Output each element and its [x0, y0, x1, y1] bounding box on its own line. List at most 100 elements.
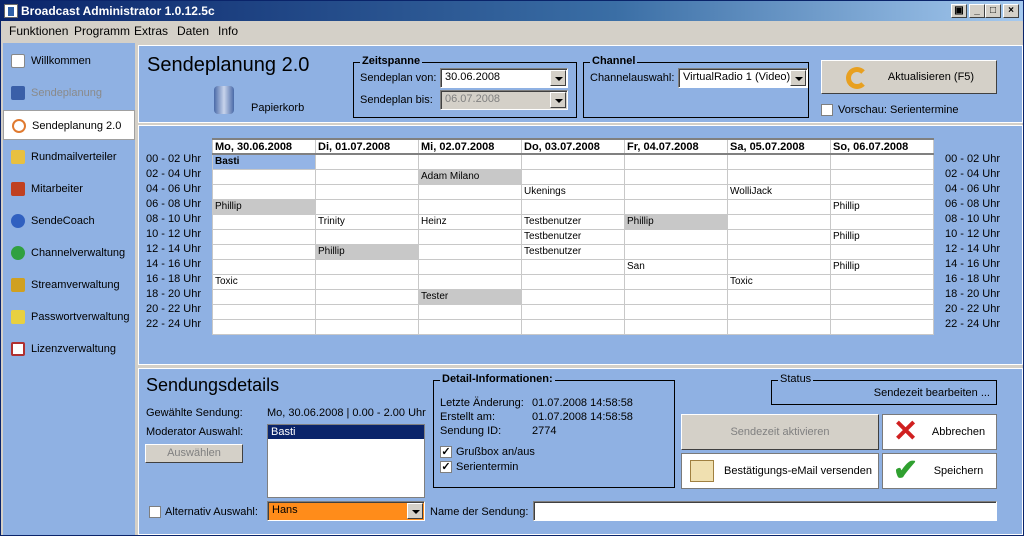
schedule-cell[interactable]: [315, 303, 419, 320]
alt-select[interactable]: Hans: [267, 501, 425, 521]
menu-programm[interactable]: Programm: [74, 24, 130, 38]
schedule-cell[interactable]: [830, 273, 934, 290]
schedule-cell[interactable]: [624, 168, 728, 185]
schedule-cell[interactable]: [521, 153, 625, 170]
schedule-cell[interactable]: Testbenutzer: [521, 243, 625, 260]
send-mail-button[interactable]: Bestätigungs-eMail versenden: [681, 453, 879, 489]
schedule-cell[interactable]: Phillip: [830, 258, 934, 275]
schedule-cell[interactable]: [727, 288, 831, 305]
schedule-cell[interactable]: Phillip: [315, 243, 419, 260]
chevron-down-icon[interactable]: [550, 92, 566, 108]
schedule-cell[interactable]: [727, 303, 831, 320]
schedule-cell[interactable]: Phillip: [624, 213, 728, 230]
schedule-cell[interactable]: Adam Milano: [418, 168, 522, 185]
moderator-list[interactable]: Basti: [267, 424, 425, 498]
bis-date-picker[interactable]: 06.07.2008: [440, 90, 568, 110]
schedule-cell[interactable]: [727, 228, 831, 245]
schedule-cell[interactable]: Toxic: [727, 273, 831, 290]
schedule-cell[interactable]: [212, 288, 316, 305]
schedule-cell[interactable]: [624, 243, 728, 260]
schedule-cell[interactable]: [315, 198, 419, 215]
minimize-button[interactable]: _: [969, 4, 985, 18]
schedule-cell[interactable]: [212, 213, 316, 230]
refresh-button[interactable]: Aktualisieren (F5): [821, 60, 997, 94]
schedule-cell[interactable]: [830, 303, 934, 320]
sidebar-item-rundmailverteiler[interactable]: Rundmailverteiler: [3, 142, 135, 172]
activate-button[interactable]: Sendezeit aktivieren: [681, 414, 879, 450]
menu-daten[interactable]: Daten: [177, 24, 209, 38]
schedule-cell[interactable]: [418, 273, 522, 290]
schedule-cell[interactable]: Tester: [418, 288, 522, 305]
schedule-cell[interactable]: San: [624, 258, 728, 275]
moderator-list-item[interactable]: Basti: [268, 425, 424, 439]
schedule-cell[interactable]: [315, 168, 419, 185]
schedule-cell[interactable]: [727, 168, 831, 185]
sidebar-item-sendeplanung-2[interactable]: Sendeplanung 2.0: [3, 110, 135, 140]
schedule-cell[interactable]: [727, 243, 831, 260]
channel-select[interactable]: VirtualRadio 1 (Video): [678, 68, 808, 88]
schedule-cell[interactable]: Trinity: [315, 213, 419, 230]
schedule-cell[interactable]: [521, 303, 625, 320]
schedule-cell[interactable]: Heinz: [418, 213, 522, 230]
sidebar-item-streamverwaltung[interactable]: Streamverwaltung: [3, 270, 135, 300]
schedule-cell[interactable]: [830, 288, 934, 305]
schedule-cell[interactable]: [315, 273, 419, 290]
schedule-cell[interactable]: [624, 228, 728, 245]
grussbox-checkbox[interactable]: ✓: [440, 446, 452, 458]
schedule-cell[interactable]: [727, 198, 831, 215]
von-date-picker[interactable]: 30.06.2008: [440, 68, 568, 88]
chevron-down-icon[interactable]: [407, 503, 423, 519]
schedule-cell[interactable]: [727, 318, 831, 335]
schedule-cell[interactable]: Ukenings: [521, 183, 625, 200]
schedule-cell[interactable]: Basti: [212, 153, 316, 170]
schedule-cell[interactable]: [521, 288, 625, 305]
schedule-cell[interactable]: [212, 228, 316, 245]
schedule-cell[interactable]: [315, 153, 419, 170]
schedule-cell[interactable]: [727, 258, 831, 275]
name-input[interactable]: [533, 501, 997, 521]
schedule-cell[interactable]: [624, 153, 728, 170]
schedule-cell[interactable]: [624, 303, 728, 320]
menu-funktionen[interactable]: Funktionen: [9, 24, 68, 38]
save-button[interactable]: ✔ Speichern: [882, 453, 997, 489]
schedule-cell[interactable]: WolliJack: [727, 183, 831, 200]
restore-alt-icon[interactable]: ▣: [951, 4, 967, 18]
sidebar-item-willkommen[interactable]: Willkommen: [3, 46, 135, 76]
schedule-cell[interactable]: [727, 213, 831, 230]
schedule-cell[interactable]: [315, 318, 419, 335]
schedule-cell[interactable]: [418, 228, 522, 245]
sidebar-item-lizenzverwaltung[interactable]: Lizenzverwaltung: [3, 334, 135, 364]
schedule-cell[interactable]: [418, 243, 522, 260]
schedule-cell[interactable]: [521, 273, 625, 290]
schedule-cell[interactable]: [315, 183, 419, 200]
schedule-cell[interactable]: [624, 318, 728, 335]
schedule-cell[interactable]: Phillip: [830, 198, 934, 215]
schedule-cell[interactable]: [830, 168, 934, 185]
alt-checkbox[interactable]: [149, 506, 161, 518]
maximize-button[interactable]: □: [985, 4, 1001, 18]
auswaehlen-button[interactable]: Auswählen: [145, 444, 243, 463]
cancel-button[interactable]: ✕ Abbrechen: [882, 414, 997, 450]
schedule-cell[interactable]: [418, 183, 522, 200]
schedule-cell[interactable]: [418, 153, 522, 170]
chevron-down-icon[interactable]: [790, 70, 806, 86]
schedule-cell[interactable]: [521, 258, 625, 275]
schedule-cell[interactable]: [830, 183, 934, 200]
sidebar-item-mitarbeiter[interactable]: Mitarbeiter: [3, 174, 135, 204]
schedule-cell[interactable]: [830, 213, 934, 230]
schedule-cell[interactable]: [418, 258, 522, 275]
schedule-cell[interactable]: Testbenutzer: [521, 228, 625, 245]
trash-icon[interactable]: [214, 86, 234, 114]
schedule-cell[interactable]: [315, 228, 419, 245]
schedule-cell[interactable]: Phillip: [830, 228, 934, 245]
schedule-cell[interactable]: [521, 318, 625, 335]
schedule-cell[interactable]: [727, 153, 831, 170]
close-button[interactable]: ×: [1003, 4, 1019, 18]
chevron-down-icon[interactable]: [550, 70, 566, 86]
sidebar-item-channelverwaltung[interactable]: Channelverwaltung: [3, 238, 135, 268]
schedule-cell[interactable]: [521, 198, 625, 215]
schedule-cell[interactable]: [315, 288, 419, 305]
schedule-cell[interactable]: [212, 168, 316, 185]
schedule-cell[interactable]: [212, 318, 316, 335]
schedule-cell[interactable]: [521, 168, 625, 185]
